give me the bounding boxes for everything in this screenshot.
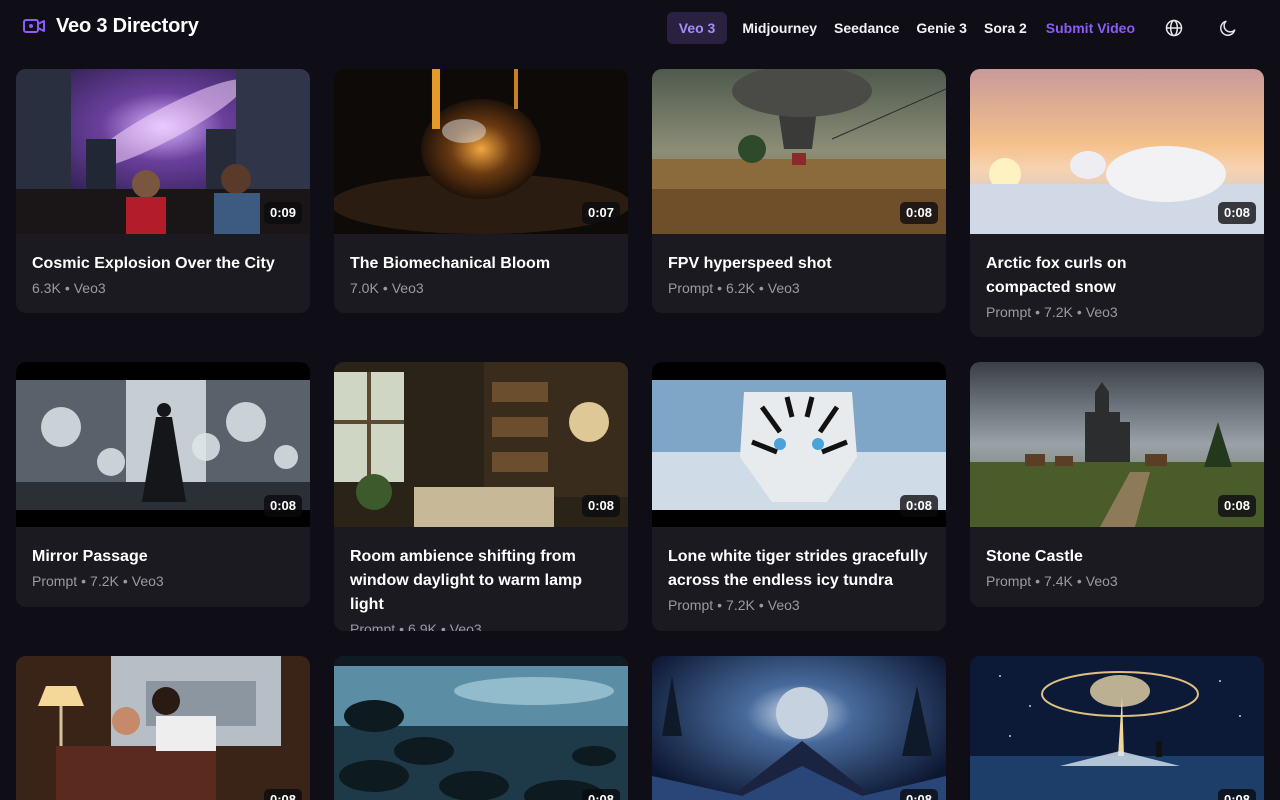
duration-badge: 0:07 — [581, 202, 620, 224]
video-thumbnail[interactable]: 0:08 — [970, 656, 1264, 800]
top-header: Veo 3 Directory Veo 3 Midjourney Seedanc… — [0, 0, 1280, 56]
video-card[interactable]: 0:08 Arctic fox curls on compacted snow … — [970, 69, 1264, 337]
video-title[interactable]: Room ambience shifting from window dayli… — [350, 545, 612, 617]
brand-title: Veo 3 Directory — [56, 14, 199, 37]
video-card[interactable]: 0:08 — [970, 656, 1264, 800]
video-card[interactable]: 0:08 — [16, 656, 310, 800]
duration-badge: 0:08 — [581, 789, 620, 800]
video-meta: Prompt • 7.2K • Veo3 — [986, 304, 1118, 320]
model-tag: Veo3 — [131, 573, 164, 589]
model-tag: Veo3 — [767, 280, 800, 296]
video-title[interactable]: Arctic fox curls on compacted snow — [986, 252, 1156, 300]
moon-icon — [1220, 20, 1236, 36]
video-card[interactable]: 0:08 Room ambience shifting from window … — [334, 362, 628, 631]
video-meta: 6.3K • Veo3 — [32, 280, 106, 296]
video-meta: Prompt • 7.4K • Veo3 — [986, 573, 1118, 589]
prompt-label[interactable]: Prompt — [32, 573, 77, 589]
nav-item-sora2[interactable]: Sora 2 — [976, 12, 1035, 44]
video-title[interactable]: Cosmic Explosion Over the City — [32, 252, 294, 276]
view-count: 7.2K — [1044, 304, 1073, 320]
video-card[interactable]: 0:08 FPV hyperspeed shot Prompt • 6.2K • Veo… — [652, 69, 946, 313]
video-card[interactable]: 0:08 — [334, 656, 628, 800]
theme-toggle-button[interactable] — [1212, 12, 1244, 44]
view-count: 6.2K — [726, 280, 755, 296]
prompt-label[interactable]: Prompt — [986, 304, 1031, 320]
model-tag: Veo3 — [449, 621, 482, 631]
duration-badge: 0:08 — [899, 789, 938, 800]
video-thumbnail[interactable]: 0:07 — [334, 69, 628, 234]
prompt-label[interactable]: Prompt — [668, 597, 713, 613]
duration-badge: 0:09 — [263, 202, 302, 224]
prompt-label[interactable]: Prompt — [350, 621, 395, 631]
video-title[interactable]: FPV hyperspeed shot — [668, 252, 930, 276]
video-thumbnail[interactable]: 0:08 — [652, 362, 946, 527]
nav-item-veo3[interactable]: Veo 3 — [666, 12, 728, 44]
video-thumbnail[interactable]: 0:08 — [652, 656, 946, 800]
duration-badge: 0:08 — [263, 789, 302, 800]
video-thumbnail[interactable]: 0:08 — [970, 69, 1264, 234]
view-count: 7.4K — [1044, 573, 1073, 589]
video-title[interactable]: Lone white tiger strides gracefully acro… — [668, 545, 930, 593]
model-tag: Veo3 — [73, 280, 106, 296]
model-tag: Veo3 — [1085, 573, 1118, 589]
duration-badge: 0:08 — [899, 202, 938, 224]
video-thumbnail[interactable]: 0:08 — [334, 362, 628, 527]
video-title[interactable]: Mirror Passage — [32, 545, 294, 569]
nav-item-midjourney[interactable]: Midjourney — [734, 12, 825, 44]
video-card[interactable]: 0:08 Stone Castle Prompt • 7.4K • Veo3 — [970, 362, 1264, 607]
video-thumbnail[interactable]: 0:08 — [970, 362, 1264, 527]
submit-video-link[interactable]: Submit Video — [1038, 12, 1143, 44]
prompt-label[interactable]: Prompt — [986, 573, 1031, 589]
video-card[interactable]: 0:08 — [652, 656, 946, 800]
main-nav: Veo 3 Midjourney Seedance Genie 3 Sora 2… — [666, 12, 1244, 44]
video-thumbnail[interactable]: 0:08 — [16, 656, 310, 800]
video-meta: 7.0K • Veo3 — [350, 280, 424, 296]
video-meta: Prompt • 7.2K • Veo3 — [668, 597, 800, 613]
video-meta: Prompt • 6.2K • Veo3 — [668, 280, 800, 296]
view-count: 7.2K — [726, 597, 755, 613]
prompt-label[interactable]: Prompt — [668, 280, 713, 296]
duration-badge: 0:08 — [1217, 495, 1256, 517]
globe-icon — [1165, 19, 1183, 37]
model-tag: Veo3 — [391, 280, 424, 296]
nav-item-genie3[interactable]: Genie 3 — [908, 12, 975, 44]
video-camera-icon — [23, 19, 45, 33]
video-thumbnail[interactable]: 0:08 — [652, 69, 946, 234]
brand[interactable]: Veo 3 Directory — [22, 14, 199, 38]
video-meta: Prompt • 7.2K • Veo3 — [32, 573, 164, 589]
video-card[interactable]: 0:09 Cosmic Explosion Over the City 6.3K… — [16, 69, 310, 313]
language-button[interactable] — [1158, 12, 1190, 44]
model-tag: Veo3 — [1085, 304, 1118, 320]
video-card[interactable]: 0:08 Mirror Passage Prompt • 7.2K • Veo3 — [16, 362, 310, 607]
video-title[interactable]: Stone Castle — [986, 545, 1248, 569]
duration-badge: 0:08 — [1217, 202, 1256, 224]
video-thumbnail[interactable]: 0:08 — [334, 656, 628, 800]
duration-badge: 0:08 — [899, 495, 938, 517]
video-thumbnail[interactable]: 0:09 — [16, 69, 310, 234]
video-meta: Prompt • 6.9K • Veo3 — [350, 621, 612, 631]
video-thumbnail[interactable]: 0:08 — [16, 362, 310, 527]
view-count: 7.2K — [90, 573, 119, 589]
video-card[interactable]: 0:07 The Biomechanical Bloom 7.0K • Veo3 — [334, 69, 628, 313]
view-count: 7.0K — [350, 280, 379, 296]
duration-badge: 0:08 — [1217, 789, 1256, 800]
video-title[interactable]: The Biomechanical Bloom — [350, 252, 612, 276]
nav-item-seedance[interactable]: Seedance — [826, 12, 907, 44]
duration-badge: 0:08 — [263, 495, 302, 517]
view-count: 6.3K — [32, 280, 61, 296]
video-card[interactable]: 0:08 Lone white tiger strides gracefully… — [652, 362, 946, 631]
model-tag: Veo3 — [767, 597, 800, 613]
duration-badge: 0:08 — [581, 495, 620, 517]
view-count: 6.9K — [408, 621, 437, 631]
